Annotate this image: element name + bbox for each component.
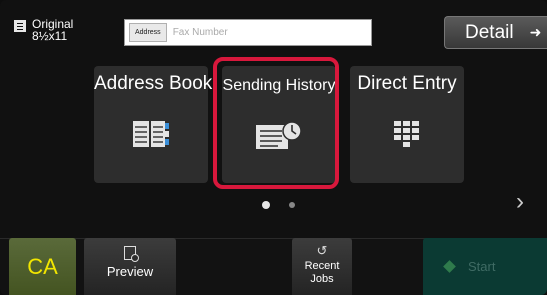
start-label: Start xyxy=(468,259,496,274)
detail-button[interactable]: Detail ➜ xyxy=(444,16,547,49)
original-size-value: 8½x11 xyxy=(32,29,68,43)
direct-entry-tile[interactable]: Direct Entry xyxy=(350,66,464,183)
preview-icon xyxy=(124,246,139,262)
start-icon xyxy=(443,260,456,273)
address-book-tile[interactable]: Address Book xyxy=(94,66,213,183)
sending-history-highlight xyxy=(213,57,339,189)
start-button[interactable]: Start xyxy=(423,238,547,295)
recent-jobs-button[interactable]: ↺ Recent Jobs xyxy=(292,238,352,295)
address-book-icon xyxy=(133,121,169,147)
recent-jobs-label: Recent Jobs xyxy=(304,260,340,285)
address-book-label: Address Book xyxy=(94,73,213,94)
detail-label: Detail xyxy=(465,21,514,43)
document-icon xyxy=(14,20,26,32)
address-button[interactable]: Address xyxy=(129,23,167,42)
fax-screen: Original 8½x11 Address Detail ➜ Address … xyxy=(0,0,547,295)
fax-address-field: Address xyxy=(124,19,372,46)
history-icon: ↺ xyxy=(316,243,328,258)
arrow-right-icon: ➜ xyxy=(529,24,542,40)
preview-button[interactable]: Preview xyxy=(84,238,176,295)
direct-entry-label: Direct Entry xyxy=(357,73,457,94)
ca-button[interactable]: CA xyxy=(9,238,76,295)
original-size-text: Original 8½x11 xyxy=(32,18,73,42)
original-size-indicator[interactable]: Original 8½x11 xyxy=(14,18,73,42)
fax-number-input[interactable] xyxy=(172,27,353,38)
chevron-right-icon[interactable]: › xyxy=(516,188,524,216)
preview-label: Preview xyxy=(106,264,154,279)
keypad-icon xyxy=(394,121,419,147)
page-dot-inactive[interactable] xyxy=(289,202,295,208)
page-dot-active[interactable] xyxy=(262,201,270,209)
